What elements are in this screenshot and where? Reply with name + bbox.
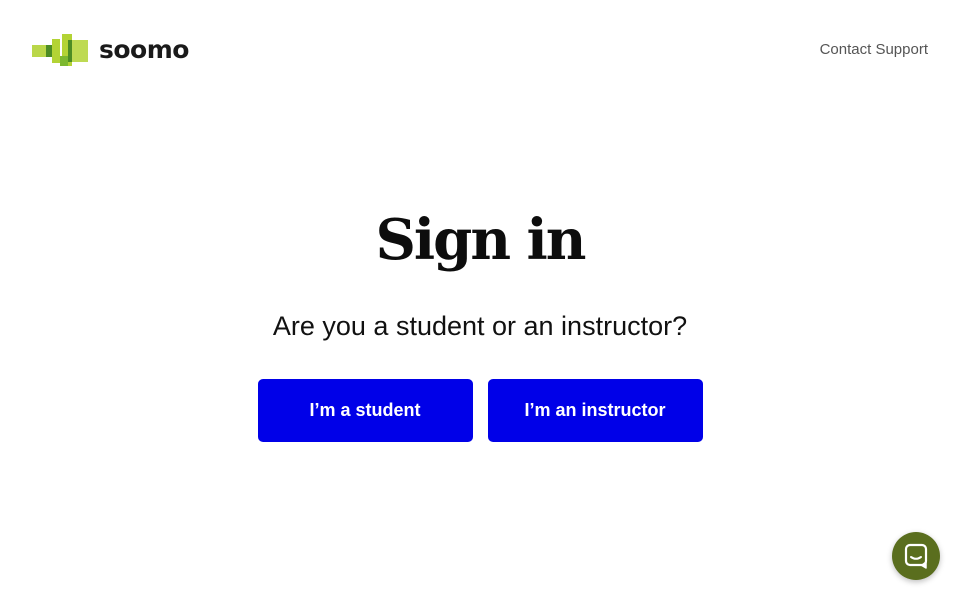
- sign-in-page: soomo Contact Support Sign in Are you a …: [0, 0, 960, 600]
- role-choices: I’m a student I’m an instructor: [0, 379, 960, 442]
- brand-name: soomo: [99, 35, 189, 64]
- brand-logo-link[interactable]: soomo: [32, 32, 189, 68]
- page-title: Sign in: [375, 207, 586, 273]
- site-header: soomo Contact Support: [0, 0, 960, 100]
- student-button[interactable]: I’m a student: [257, 379, 473, 442]
- sign-in-main: Sign in Are you a student or an instruct…: [0, 200, 960, 442]
- role-question: Are you a student or an instructor?: [272, 311, 688, 341]
- contact-support-link[interactable]: Contact Support: [820, 40, 928, 60]
- soomo-logo-icon: [32, 34, 88, 66]
- instructor-button[interactable]: I’m an instructor: [487, 379, 703, 442]
- chat-bubble-icon: [904, 543, 928, 569]
- chat-launcher-button[interactable]: [892, 532, 940, 580]
